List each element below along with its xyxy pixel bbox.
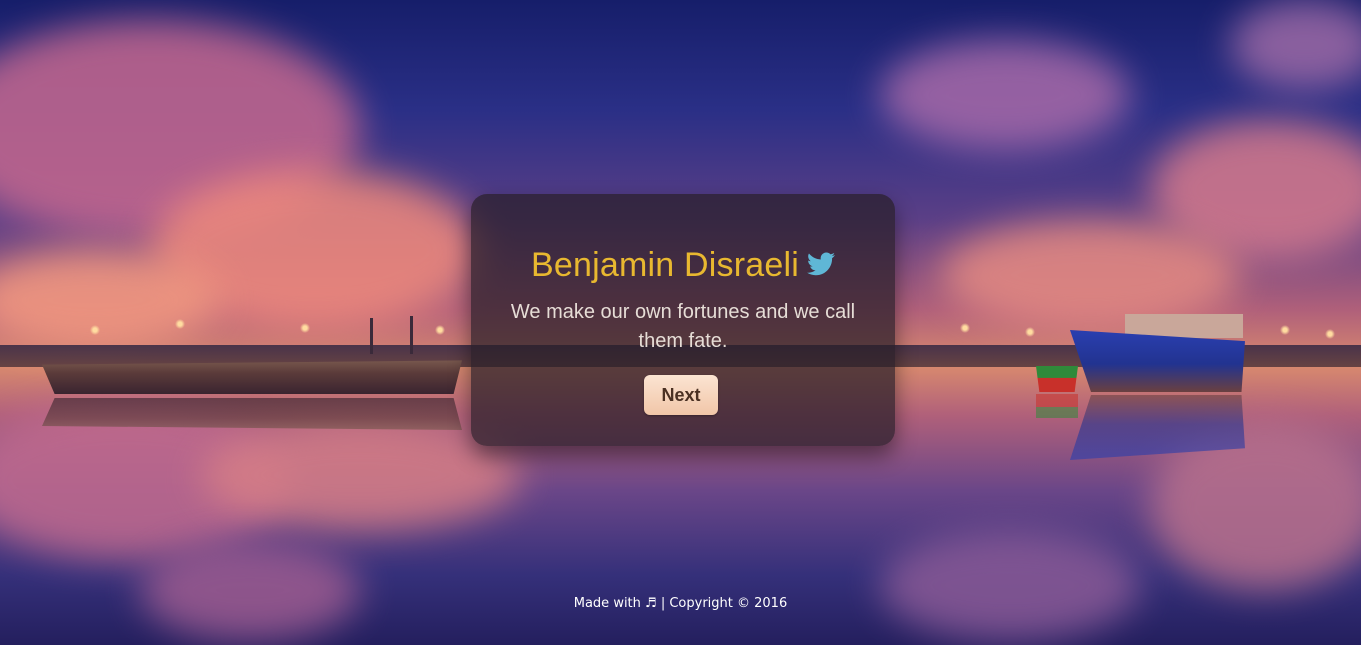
author-row: Benjamin Disraeli bbox=[471, 246, 895, 285]
quote-author: Benjamin Disraeli bbox=[531, 246, 799, 284]
small-boat bbox=[1036, 366, 1078, 392]
small-boat-reflection bbox=[1036, 394, 1078, 418]
footer: Made with ♬ | Copyright © 2016 bbox=[0, 596, 1361, 611]
music-note-icon: ♬ bbox=[645, 596, 657, 611]
footer-made-with: Made with bbox=[573, 596, 641, 611]
quote-card: Benjamin Disraeli We make our own fortun… bbox=[471, 194, 895, 446]
quote-text: We make our own fortunes and we call the… bbox=[510, 301, 856, 352]
barge-crane bbox=[370, 318, 373, 354]
cloud-reflection bbox=[140, 540, 360, 640]
ship-cabin bbox=[1125, 314, 1243, 338]
next-button[interactable]: Next bbox=[644, 375, 718, 415]
cloud bbox=[880, 40, 1130, 150]
twitter-icon[interactable] bbox=[806, 251, 835, 276]
footer-copyright: | Copyright © 2016 bbox=[660, 596, 788, 611]
cloud-reflection bbox=[880, 530, 1140, 640]
barge-crane bbox=[410, 316, 413, 354]
